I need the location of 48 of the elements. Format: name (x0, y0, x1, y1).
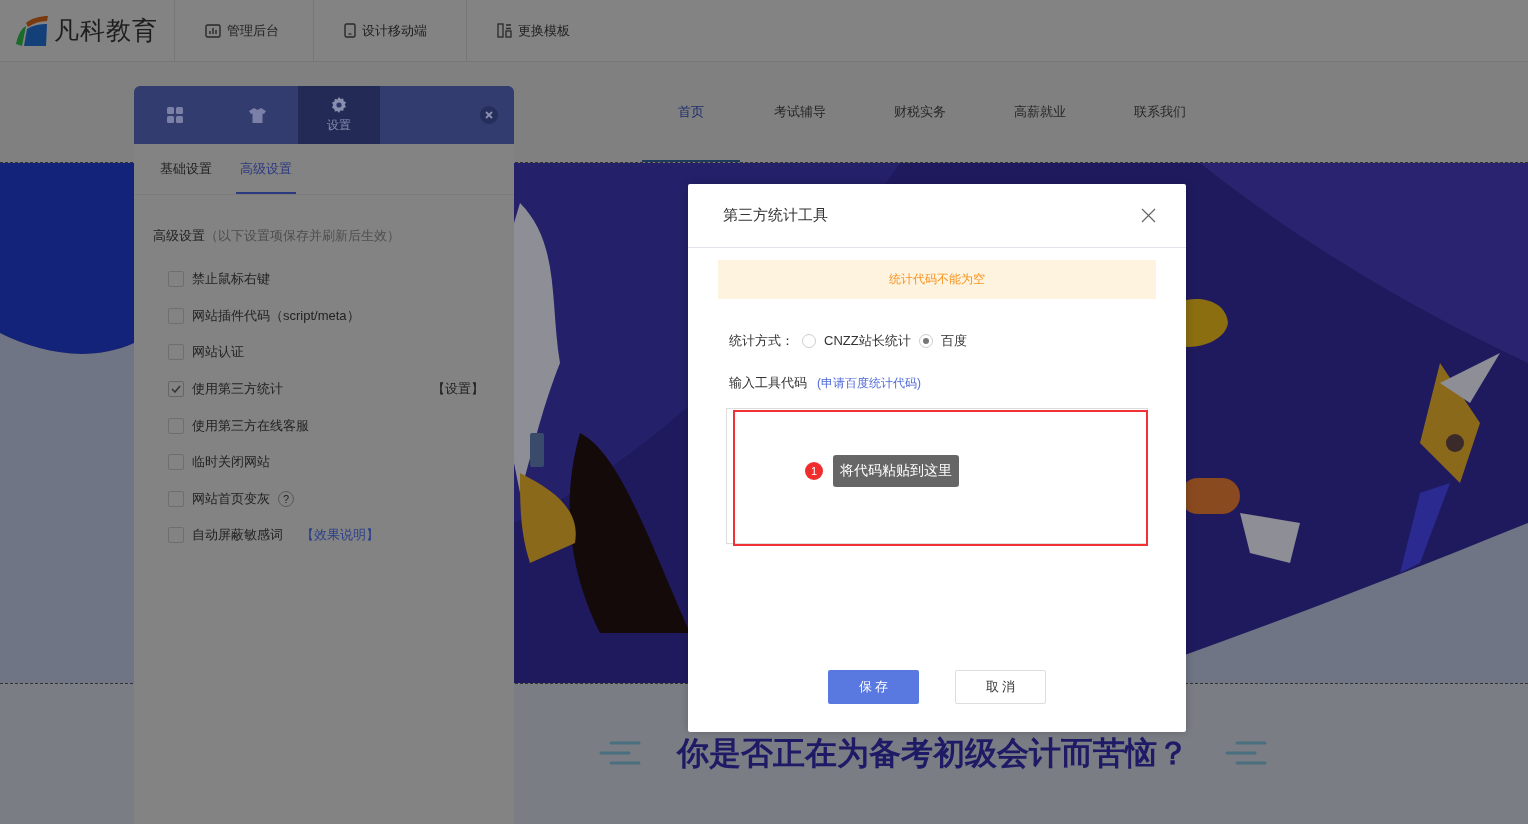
close-button[interactable] (480, 106, 498, 124)
section-title: 高级设置 (153, 228, 205, 243)
field-label: 输入工具代码 (729, 374, 807, 392)
option-label: 网站认证 (192, 343, 244, 362)
help-link[interactable]: 【效果说明】 (301, 526, 379, 545)
grid-icon (167, 107, 183, 123)
option-label: 临时关闭网站 (192, 453, 270, 472)
nav-link[interactable]: 财税实务 (860, 62, 980, 162)
dash-lines-icon (599, 741, 641, 767)
dialog-title: 第三方统计工具 (723, 206, 828, 225)
nav-link[interactable]: 高薪就业 (980, 62, 1100, 162)
layout-icon (497, 23, 512, 38)
section-heading: 你是否正在为备考初级会计而苦恼？ (677, 734, 1189, 773)
toolbar-button[interactable]: 更换模板 (467, 0, 607, 61)
gear-icon (331, 96, 347, 113)
logo-icon (14, 13, 50, 48)
toolbar-button[interactable]: 管理后台 (175, 0, 314, 61)
panel-tab[interactable]: 设置 (298, 86, 380, 144)
dash-lines-icon (1225, 741, 1267, 767)
option-label: 使用第三方统计 (192, 380, 283, 399)
annotation-tooltip: 将代码粘贴到这里 (833, 455, 959, 487)
check-icon (171, 385, 181, 394)
error-alert: 统计代码不能为空 (718, 260, 1156, 299)
field-label: 统计方式： (729, 332, 794, 350)
toolbar-button[interactable]: 设计移动端 (314, 0, 467, 61)
shirt-icon (248, 107, 266, 123)
close-button[interactable] (1141, 208, 1156, 223)
radio-label: CNZZ站长统计 (824, 332, 911, 350)
settings-tab[interactable]: 基础设置 (160, 144, 212, 192)
dialog-button[interactable]: 取 消 (955, 670, 1046, 704)
settings-tab[interactable]: 高级设置 (236, 144, 296, 194)
option-label: 自动屏蔽敏感词 (192, 526, 283, 545)
phone-icon (344, 23, 356, 38)
option-label: 网站插件代码（script/meta） (192, 306, 360, 325)
chart-icon (205, 23, 221, 38)
option-label: 禁止鼠标右键 (192, 270, 270, 289)
checkbox[interactable] (168, 381, 184, 398)
option-label: 网站首页变灰 (192, 489, 270, 508)
logo-text: 凡科教育 (54, 15, 158, 46)
close-icon (1141, 208, 1156, 223)
option-label: 使用第三方在线客服 (192, 416, 309, 435)
settings-link[interactable]: 【设置】 (432, 380, 484, 399)
radio-label: 百度 (940, 332, 967, 350)
nav-link[interactable]: 联系我们 (1100, 62, 1220, 162)
nav-link[interactable]: 考试辅导 (740, 62, 860, 162)
dialog-button[interactable]: 保 存 (828, 670, 919, 704)
apply-link[interactable]: (申请百度统计代码) (817, 374, 921, 392)
close-icon (485, 111, 493, 119)
